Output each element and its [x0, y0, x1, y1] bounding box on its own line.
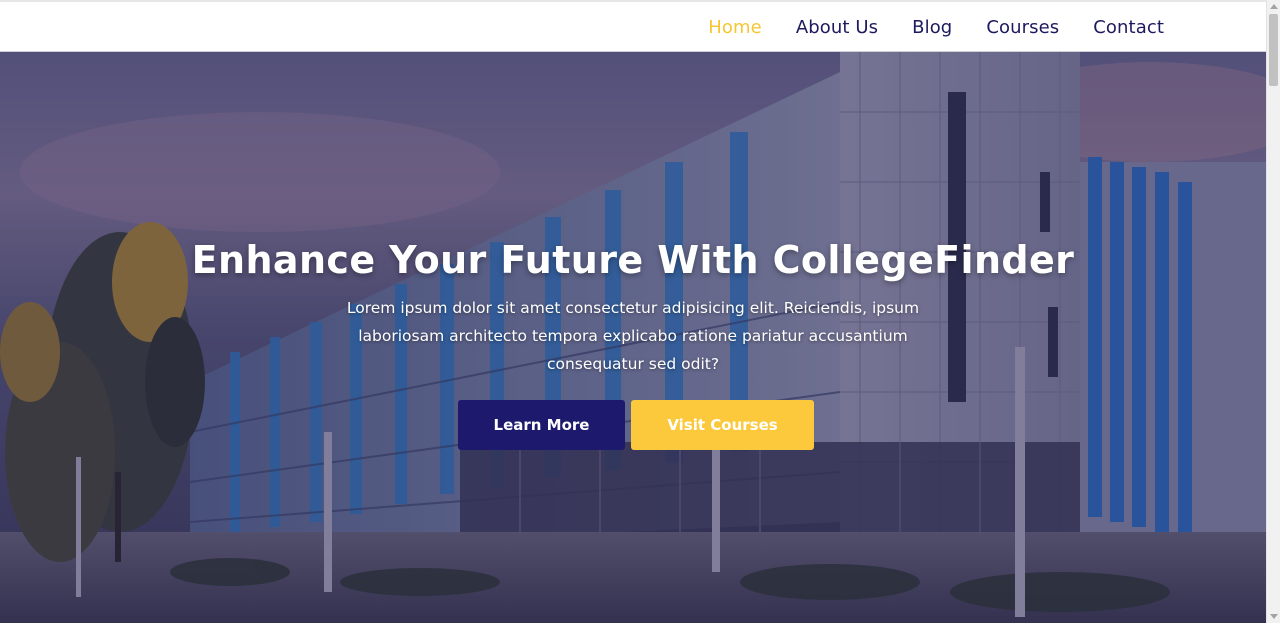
- hero-title: Enhance Your Future With CollegeFinder: [191, 238, 1075, 282]
- scroll-up-arrow-icon[interactable]: [1270, 4, 1278, 9]
- nav-link-home[interactable]: Home: [708, 17, 762, 38]
- nav-item-about: About Us: [796, 17, 878, 38]
- page-scrollbar[interactable]: [1266, 0, 1280, 623]
- hero-content: Enhance Your Future With CollegeFinder L…: [0, 238, 1266, 450]
- nav-link-blog[interactable]: Blog: [912, 17, 952, 38]
- hero-section: Enhance Your Future With CollegeFinder L…: [0, 52, 1266, 623]
- hero-description: Lorem ipsum dolor sit amet consectetur a…: [346, 299, 920, 373]
- nav-link-about[interactable]: About Us: [796, 17, 878, 38]
- learn-more-button[interactable]: Learn More: [458, 400, 625, 450]
- navbar: Home About Us Blog Courses Contact: [0, 0, 1266, 52]
- visit-courses-button[interactable]: Visit Courses: [631, 400, 814, 450]
- nav-menu: Home About Us Blog Courses Contact: [708, 2, 1164, 52]
- scroll-down-arrow-icon[interactable]: [1270, 614, 1278, 619]
- scrollbar-thumb[interactable]: [1269, 14, 1278, 86]
- nav-link-courses[interactable]: Courses: [986, 17, 1059, 38]
- nav-link-contact[interactable]: Contact: [1093, 17, 1164, 38]
- nav-item-home: Home: [708, 17, 762, 38]
- nav-item-blog: Blog: [912, 17, 952, 38]
- nav-item-courses: Courses: [986, 17, 1059, 38]
- hero-buttons: Learn More Visit Courses: [0, 400, 1266, 450]
- nav-item-contact: Contact: [1093, 17, 1164, 38]
- page: Home About Us Blog Courses Contact Enhan…: [0, 0, 1280, 623]
